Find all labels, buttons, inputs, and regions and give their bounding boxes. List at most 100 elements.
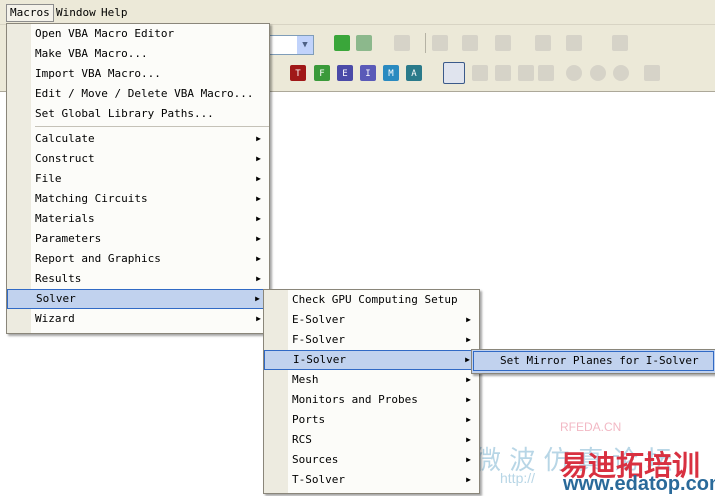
submenu-arrow-icon: ▶	[256, 194, 261, 203]
result-re-icon[interactable]	[443, 62, 465, 84]
solver-letter: M	[388, 69, 394, 79]
submenu-arrow-icon: ▶	[256, 174, 261, 183]
smith-icon[interactable]	[613, 65, 629, 81]
watermark: RFEDA.CN	[560, 420, 622, 434]
e-solver-icon[interactable]: E	[337, 65, 353, 81]
i-solver-icon[interactable]: I	[360, 65, 376, 81]
menu-item-matching-circuits[interactable]: Matching Circuits ▶	[7, 189, 269, 209]
submenu-arrow-icon: ▶	[466, 435, 471, 444]
menu-item-materials[interactable]: Materials ▶	[7, 209, 269, 229]
menu-item-results[interactable]: Results ▶	[7, 269, 269, 289]
menu-item-make-vba-macro[interactable]: Make VBA Macro...	[7, 44, 269, 64]
menu-item-label: Matching Circuits	[35, 192, 148, 205]
submenu-arrow-icon: ▶	[466, 475, 471, 484]
submenu-arrow-icon: ▶	[256, 234, 261, 243]
result-phase-icon[interactable]	[538, 65, 554, 81]
disabled-icon[interactable]	[462, 35, 478, 51]
menu-item-monitors-and-probes[interactable]: Monitors and Probes ▶	[264, 390, 479, 410]
submenu-arrow-icon: ▶	[256, 134, 261, 143]
menu-item-label: Wizard	[35, 312, 75, 325]
menu-item-label: Mesh	[292, 373, 319, 386]
m-solver-icon[interactable]: M	[383, 65, 399, 81]
submenu-arrow-icon: ▶	[256, 314, 261, 323]
menu-item-t-solver[interactable]: T-Solver ▶	[264, 470, 479, 490]
menu-item-label: Open VBA Macro Editor	[35, 27, 175, 40]
submenu-arrow-icon: ▶	[466, 335, 471, 344]
result-db-icon[interactable]	[518, 65, 534, 81]
menu-item-label: Edit / Move / Delete VBA Macro...	[35, 87, 254, 100]
menu-item-label: Check GPU Computing Setup	[292, 293, 458, 306]
submenu-arrow-icon: ▶	[466, 455, 471, 464]
watermark: www.edatop.com	[563, 473, 715, 495]
menu-item-label: File	[35, 172, 62, 185]
menu-item-mesh[interactable]: Mesh ▶	[264, 370, 479, 390]
submenu-arrow-icon: ▶	[466, 415, 471, 424]
result-abs-icon[interactable]	[495, 65, 511, 81]
menu-item-label: Construct	[35, 152, 95, 165]
isolver-submenu: Set Mirror Planes for I-Solver	[471, 349, 715, 374]
menu-item-label: Parameters	[35, 232, 102, 245]
menu-item-sources[interactable]: Sources ▶	[264, 450, 479, 470]
t-solver-icon[interactable]: T	[290, 65, 306, 81]
submenu-arrow-icon: ▶	[255, 294, 260, 303]
submenu-arrow-icon: ▶	[465, 355, 470, 364]
cube-icon[interactable]	[334, 35, 350, 51]
gear-mesh-icon[interactable]	[356, 35, 372, 51]
menu-macros[interactable]: Macros	[6, 4, 54, 22]
menu-item-set-mirror-planes[interactable]: Set Mirror Planes for I-Solver	[473, 351, 714, 371]
solver-submenu: Check GPU Computing Setup E-Solver ▶ F-Solv…	[263, 289, 480, 494]
menu-item-label: Materials	[35, 212, 95, 225]
menu-item-edit-move-delete-vba-macro[interactable]: Edit / Move / Delete VBA Macro...	[7, 84, 269, 104]
menu-item-label: Monitors and Probes	[292, 393, 418, 406]
disabled-icon[interactable]	[612, 35, 628, 51]
polar-icon[interactable]	[590, 65, 606, 81]
disabled-icon[interactable]	[495, 35, 511, 51]
menu-bar: Macros Window Help	[0, 0, 715, 25]
menu-help[interactable]: Help	[98, 5, 131, 21]
menu-item-calculate[interactable]: Calculate ▶	[7, 129, 269, 149]
solver-letter: A	[411, 69, 417, 79]
menu-item-label: Ports	[292, 413, 326, 426]
menu-item-report-and-graphics[interactable]: Report and Graphics ▶	[7, 249, 269, 269]
line-icon[interactable]	[566, 35, 582, 51]
submenu-arrow-icon: ▶	[466, 315, 471, 324]
f-solver-icon[interactable]: F	[314, 65, 330, 81]
menu-item-i-solver[interactable]: I-Solver ▶	[264, 350, 479, 370]
chevron-down-icon[interactable]: ▼	[297, 36, 313, 54]
menu-item-rcs[interactable]: RCS ▶	[264, 430, 479, 450]
crosshair-icon[interactable]	[566, 65, 582, 81]
a-solver-icon[interactable]: A	[406, 65, 422, 81]
menu-item-label: Import VBA Macro...	[35, 67, 161, 80]
result-im-icon[interactable]	[472, 65, 488, 81]
menu-item-set-global-library-paths[interactable]: Set Global Library Paths...	[7, 104, 269, 124]
menu-item-solver[interactable]: Solver ▶	[7, 289, 269, 309]
menu-item-import-vba-macro[interactable]: Import VBA Macro...	[7, 64, 269, 84]
submenu-arrow-icon: ▶	[466, 395, 471, 404]
solver-letter: I	[365, 69, 371, 79]
menu-item-parameters[interactable]: Parameters ▶	[7, 229, 269, 249]
solver-letter: E	[342, 69, 348, 79]
menu-item-ports[interactable]: Ports ▶	[264, 410, 479, 430]
submenu-arrow-icon: ▶	[256, 214, 261, 223]
disabled-icon[interactable]	[535, 35, 551, 51]
menu-item-label: E-Solver	[292, 313, 345, 326]
toolbar-combo[interactable]: ▼	[268, 35, 314, 55]
submenu-arrow-icon: ▶	[256, 154, 261, 163]
watermark: http://	[500, 470, 536, 486]
menu-item-construct[interactable]: Construct ▶	[7, 149, 269, 169]
menu-item-label: Make VBA Macro...	[35, 47, 148, 60]
menu-item-check-gpu-computing-setup[interactable]: Check GPU Computing Setup	[264, 290, 479, 310]
axis-icon[interactable]	[432, 35, 448, 51]
menu-item-f-solver[interactable]: F-Solver ▶	[264, 330, 479, 350]
menu-item-file[interactable]: File ▶	[7, 169, 269, 189]
menu-item-wizard[interactable]: Wizard ▶	[7, 309, 269, 329]
menu-item-e-solver[interactable]: E-Solver ▶	[264, 310, 479, 330]
disabled-icon[interactable]	[644, 65, 660, 81]
macros-menu: Open VBA Macro Editor Make VBA Macro... Im…	[6, 23, 270, 334]
menu-item-label: Calculate	[35, 132, 95, 145]
menu-window[interactable]: Window	[53, 5, 99, 21]
menu-item-open-vba-macro-editor[interactable]: Open VBA Macro Editor	[7, 24, 269, 44]
menu-item-label: Solver	[36, 292, 76, 305]
disabled-icon[interactable]	[394, 35, 410, 51]
menu-item-label: F-Solver	[292, 333, 345, 346]
